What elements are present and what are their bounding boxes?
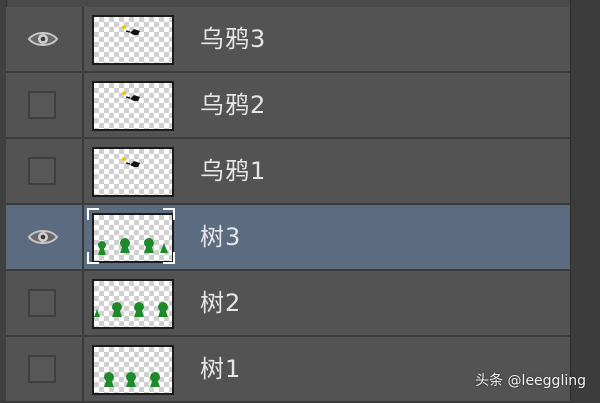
empty-visibility-box[interactable] <box>28 157 56 185</box>
layer-thumbnail <box>92 15 174 65</box>
layer-row-tree-2[interactable]: 树2 <box>6 271 570 337</box>
layer-row-crow-1[interactable]: 乌鸦1 <box>6 139 570 205</box>
visibility-toggle[interactable] <box>6 205 84 269</box>
layer-thumbnail <box>92 279 174 329</box>
crow-thumbnail-icon <box>121 157 140 167</box>
layer-name[interactable]: 乌鸦1 <box>200 139 266 203</box>
layer-thumbnail <box>92 345 174 395</box>
crow-thumbnail-icon <box>121 25 140 35</box>
layer-thumbnail <box>92 213 174 263</box>
layer-row-crow-2[interactable]: 乌鸦2 <box>6 73 570 139</box>
visibility-toggle[interactable] <box>6 73 84 137</box>
empty-visibility-box[interactable] <box>28 355 56 383</box>
trees-thumbnail-icon <box>104 372 160 387</box>
layers-panel: 乌鸦3 乌鸦2 乌鸦1 树3 树2 树1 头条 @leeggling <box>0 0 600 403</box>
empty-visibility-box[interactable] <box>28 289 56 317</box>
eye-icon[interactable] <box>27 27 59 51</box>
visibility-toggle[interactable] <box>6 337 84 401</box>
layer-thumbnail <box>92 147 174 197</box>
layer-name[interactable]: 树2 <box>200 271 241 335</box>
layer-name[interactable]: 树1 <box>200 337 241 401</box>
panel-scrollbar-gutter[interactable] <box>570 0 600 400</box>
layers-list: 乌鸦3 乌鸦2 乌鸦1 树3 树2 树1 <box>6 7 570 403</box>
layer-row-crow-3[interactable]: 乌鸦3 <box>6 7 570 73</box>
crow-thumbnail-icon <box>121 91 140 101</box>
watermark-text: 头条 @leeggling <box>475 373 586 389</box>
visibility-toggle[interactable] <box>6 7 84 71</box>
trees-thumbnail-icon <box>94 302 168 317</box>
layer-name[interactable]: 乌鸦2 <box>200 73 266 137</box>
layer-name[interactable]: 乌鸦3 <box>200 7 266 71</box>
empty-visibility-box[interactable] <box>28 91 56 119</box>
trees-thumbnail-icon <box>98 238 168 255</box>
visibility-toggle[interactable] <box>6 139 84 203</box>
layer-row-tree-3[interactable]: 树3 <box>6 205 570 271</box>
layer-name[interactable]: 树3 <box>200 205 241 269</box>
eye-icon[interactable] <box>27 225 59 249</box>
layer-thumbnail <box>92 81 174 131</box>
visibility-toggle[interactable] <box>6 271 84 335</box>
